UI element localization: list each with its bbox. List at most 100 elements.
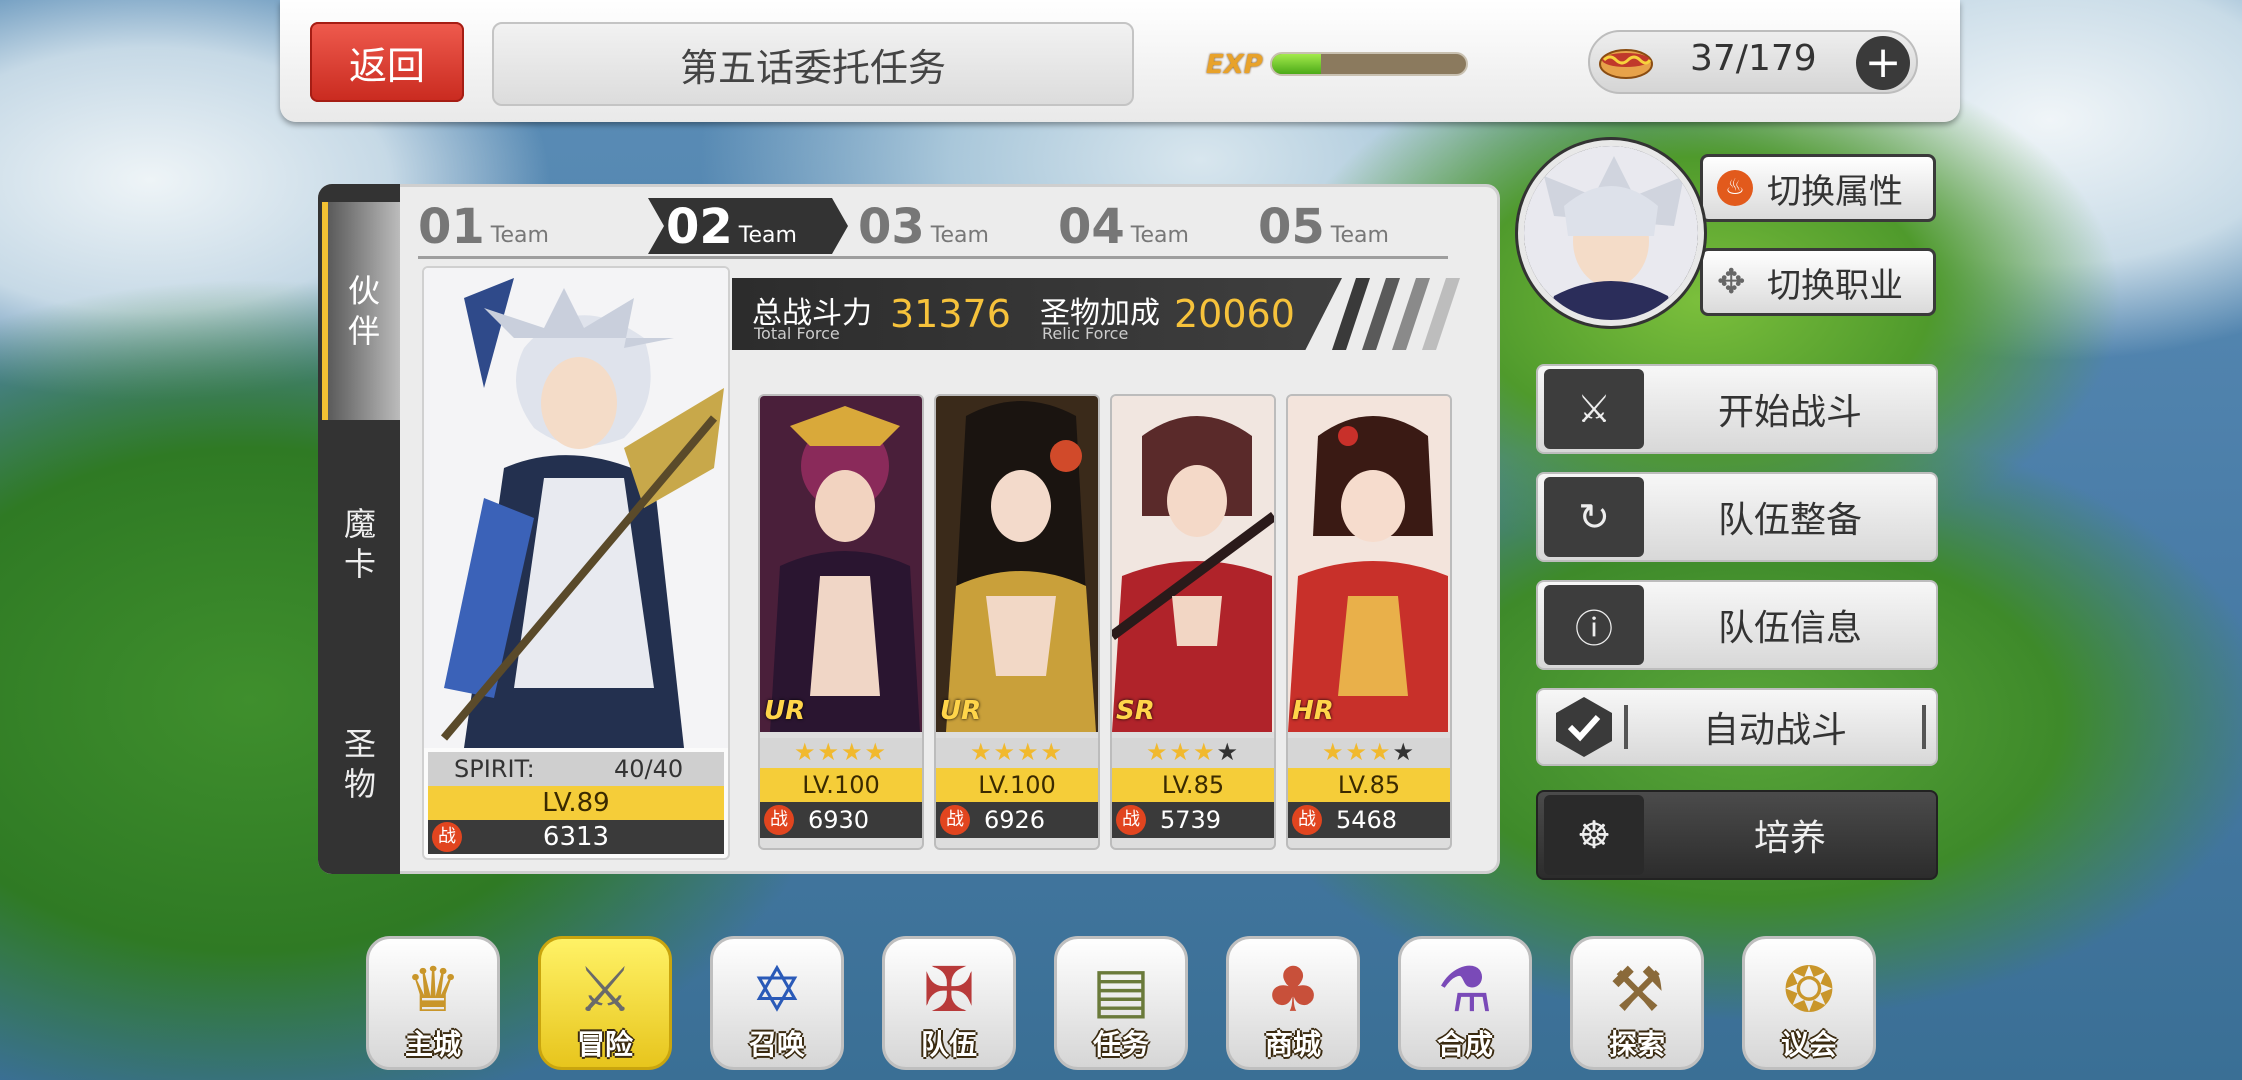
team-prep-button[interactable]: ↻ 队伍整备 <box>1536 472 1938 562</box>
switch-class-button[interactable]: ✥ 切换职业 <box>1700 248 1936 316</box>
tab-team-05[interactable]: 05 Team <box>1258 198 1458 254</box>
summon-book-icon: ✡ <box>751 953 803 1026</box>
member-card[interactable]: HR ★★★★ LV.85 战 5468 <box>1286 394 1452 850</box>
team-number: 04 <box>1058 199 1125 255</box>
nav-shovel-pick[interactable]: ⚒ 探索 <box>1570 936 1704 1070</box>
hotdog-stamina-icon <box>1599 49 1653 79</box>
nav-winged-emblem[interactable]: ✠ 队伍 <box>882 936 1016 1070</box>
checkmark-icon <box>1544 687 1624 767</box>
nav-label: 冒险 <box>576 1028 633 1061</box>
star-rating: ★★★★ <box>1112 738 1274 768</box>
rarity-badge: HR <box>1292 696 1334 726</box>
side-tab-bar: 伙 伴 魔 卡 圣 物 <box>318 184 400 874</box>
class-emblem-icon: ✥ <box>1717 262 1746 302</box>
member-power: 5468 <box>1336 806 1398 834</box>
member-level: LV.100 <box>760 768 922 802</box>
fire-element-icon: ♨ <box>1717 170 1753 206</box>
tab-team-01[interactable]: 01 Team <box>418 198 618 254</box>
member-card[interactable]: SR ★★★★ LV.85 战 5739 <box>1110 394 1276 850</box>
member-power: 5739 <box>1160 806 1222 834</box>
team-label: Team <box>1330 223 1389 248</box>
rarity-badge: UR <box>764 696 806 726</box>
leader-portrait <box>424 268 728 748</box>
total-force-sublabel: Total Force <box>754 324 840 343</box>
train-button[interactable]: ☸ 培养 <box>1536 790 1938 880</box>
side-tab-relics[interactable]: 圣 物 <box>326 704 394 824</box>
star-rating: ★★★★ <box>936 738 1098 768</box>
tab-team-03[interactable]: 03 Team <box>858 198 1058 254</box>
leader-avatar-image <box>1524 146 1698 320</box>
nav-potion-flask[interactable]: ⚗ 合成 <box>1398 936 1532 1070</box>
member-card[interactable]: UR ★★★★ LV.100 战 6930 <box>758 394 924 850</box>
tab-team-02[interactable]: 02 Team <box>648 198 848 254</box>
nav-label: 合成 <box>1436 1028 1493 1061</box>
switch-attribute-button[interactable]: ♨ 切换属性 <box>1700 154 1936 222</box>
fire-power-icon: 战 <box>1116 805 1146 835</box>
nav-council-crest[interactable]: ❂ 议会 <box>1742 936 1876 1070</box>
member-portrait <box>936 396 1098 732</box>
cycle-arrows-icon: ↻ <box>1544 477 1644 557</box>
spirit-value: 40/40 <box>614 755 684 783</box>
start-battle-label: 开始战斗 <box>1717 392 1862 433</box>
tab-team-04[interactable]: 04 Team <box>1058 198 1258 254</box>
side-tab-label: 圣 物 <box>343 725 376 803</box>
team-info-button[interactable]: ⓘ 队伍信息 <box>1536 580 1938 670</box>
side-tab-label: 魔 卡 <box>343 505 376 583</box>
fire-power-icon: 战 <box>764 805 794 835</box>
member-level: LV.85 <box>1112 768 1274 802</box>
fire-power-icon: 战 <box>940 805 970 835</box>
quest-book-icon: ▤ <box>1091 953 1151 1026</box>
leader-card[interactable]: SPIRIT: 40/40 LV.89 战 6313 <box>422 266 730 860</box>
stamina-value: 37/179 <box>1690 38 1817 79</box>
exp-label: EXP <box>1206 50 1263 80</box>
nav-shop-tree[interactable]: ♣ 商城 <box>1226 936 1360 1070</box>
train-emblem-icon: ☸ <box>1544 795 1644 875</box>
back-button[interactable]: 返回 <box>310 22 464 102</box>
potion-flask-icon: ⚗ <box>1437 953 1493 1026</box>
nav-summon-book[interactable]: ✡ 召唤 <box>710 936 844 1070</box>
team-label: Team <box>738 223 797 248</box>
member-level: LV.100 <box>936 768 1098 802</box>
fire-power-icon: 战 <box>1292 805 1322 835</box>
auto-battle-toggle[interactable]: 自动战斗 <box>1536 688 1938 766</box>
member-power: 6930 <box>808 806 870 834</box>
star-rating: ★★★★ <box>760 738 922 768</box>
switch-attribute-label: 切换属性 <box>1767 171 1903 212</box>
member-card[interactable]: UR ★★★★ LV.100 战 6926 <box>934 394 1100 850</box>
team-label: Team <box>490 223 549 248</box>
spirit-row: SPIRIT: 40/40 <box>428 752 724 786</box>
member-portrait <box>1288 396 1450 732</box>
castle-crown-icon: ♛ <box>405 953 461 1026</box>
train-label: 培养 <box>1753 818 1826 859</box>
nav-label: 召唤 <box>748 1028 805 1061</box>
team-label: Team <box>930 223 989 248</box>
page-title: 第五话委托任务 <box>492 22 1134 106</box>
rarity-badge: SR <box>1116 696 1155 726</box>
nav-crossed-swords[interactable]: ⚔ 冒险 <box>538 936 672 1070</box>
nav-quest-book[interactable]: ▤ 任务 <box>1054 936 1188 1070</box>
side-tab-partners[interactable]: 伙 伴 <box>322 202 400 420</box>
leader-avatar[interactable] <box>1518 140 1704 326</box>
force-bar-stripes <box>1332 278 1460 350</box>
start-battle-button[interactable]: ⚔ 开始战斗 <box>1536 364 1938 454</box>
side-tab-magic-cards[interactable]: 魔 卡 <box>326 484 394 604</box>
side-tab-label: 伙 伴 <box>347 272 380 350</box>
divider <box>1922 705 1926 749</box>
add-stamina-button[interactable]: + <box>1856 36 1910 90</box>
exp-progress-fill <box>1272 54 1321 74</box>
winged-emblem-icon: ✠ <box>923 953 975 1026</box>
nav-label: 队伍 <box>920 1028 977 1061</box>
nav-label: 议会 <box>1780 1028 1837 1061</box>
nav-castle-crown[interactable]: ♛ 主城 <box>366 936 500 1070</box>
team-number: 03 <box>858 199 925 255</box>
member-power-row: 战 5739 <box>1112 802 1274 838</box>
total-force-value: 31376 <box>890 292 1011 336</box>
spirit-label: SPIRIT: <box>454 755 535 783</box>
nav-label: 商城 <box>1264 1028 1321 1061</box>
member-portrait <box>760 396 922 732</box>
shovel-pick-icon: ⚒ <box>1609 953 1665 1026</box>
team-prep-label: 队伍整备 <box>1717 500 1862 541</box>
member-level: LV.85 <box>1288 768 1450 802</box>
member-power-row: 战 5468 <box>1288 802 1450 838</box>
member-power-row: 战 6930 <box>760 802 922 838</box>
